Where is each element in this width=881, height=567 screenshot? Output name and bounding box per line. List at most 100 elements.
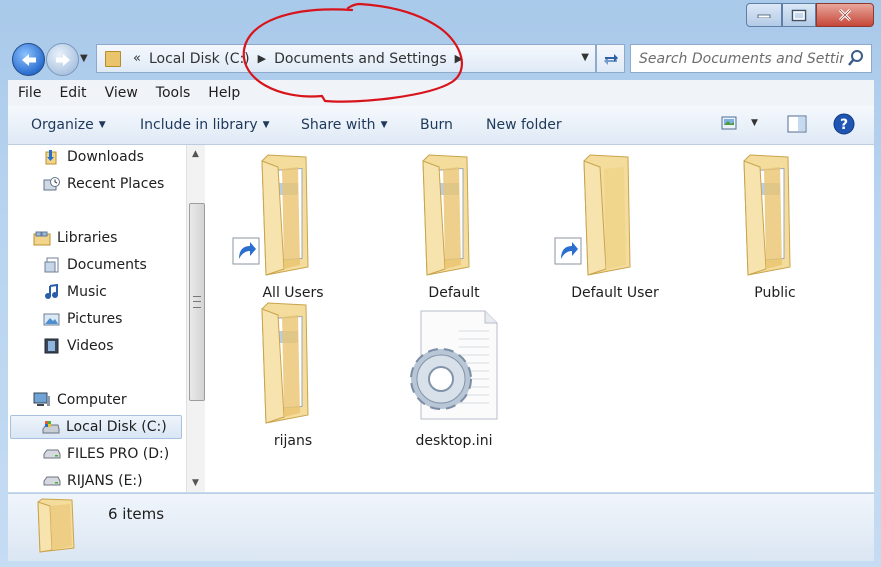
nav-item-music[interactable]: Music <box>43 280 107 304</box>
details-pane: 6 items <box>8 493 874 561</box>
address-history-dropdown-icon[interactable]: ▼ <box>581 52 589 63</box>
file-item-default[interactable]: Default <box>379 153 529 301</box>
close-button[interactable] <box>816 3 874 27</box>
nav-item-libraries[interactable]: Libraries <box>33 226 117 250</box>
include-in-library-button[interactable]: Include in library ▼ <box>140 117 270 133</box>
help-icon[interactable]: ? <box>833 113 855 139</box>
back-button[interactable] <box>12 43 45 76</box>
nav-item-files-pro-d[interactable]: FILES PRO (D:) <box>43 442 169 466</box>
shortcut-arrow-icon <box>232 237 260 265</box>
scroll-down-arrow-icon[interactable]: ▼ <box>192 478 199 488</box>
navigation-row: ▼ « Local Disk (C:) ▶ Documents and Sett… <box>0 41 881 77</box>
nav-item-label: Downloads <box>67 149 144 165</box>
shortcut-arrow-icon <box>554 237 582 265</box>
nav-item-label: Computer <box>57 392 127 408</box>
folder-icon <box>422 154 470 276</box>
preview-pane-icon[interactable] <box>787 115 807 137</box>
file-name: Default User <box>571 285 659 301</box>
file-name: Default <box>428 285 480 301</box>
nav-item-videos[interactable]: Videos <box>43 334 114 358</box>
folder-icon <box>37 498 75 553</box>
nav-item-label: FILES PRO (D:) <box>67 446 170 462</box>
file-name: All Users <box>262 285 324 301</box>
dropdown-arrow-icon: ▼ <box>380 120 388 130</box>
search-box[interactable] <box>630 44 872 73</box>
view-options-dropdown-icon[interactable]: ▼ <box>751 118 758 128</box>
recent-pages-dropdown-icon[interactable]: ▼ <box>80 53 88 64</box>
nav-item-label: Music <box>67 284 107 300</box>
file-item-desktop-ini[interactable]: desktop.ini <box>379 301 529 449</box>
menu-bar: File Edit View Tools Help <box>8 80 874 107</box>
forward-arrow-icon <box>55 53 70 66</box>
organize-label: Organize <box>31 117 94 133</box>
item-count: 6 items <box>108 505 165 523</box>
dropdown-arrow-icon: ▼ <box>262 120 270 130</box>
nav-item-label: Recent Places <box>67 176 165 192</box>
breadcrumb-arrow-icon[interactable]: ▶ <box>258 52 266 65</box>
videos-icon <box>44 338 59 354</box>
nav-item-label: Libraries <box>57 230 118 246</box>
nav-item-downloads[interactable]: Downloads <box>43 145 144 169</box>
file-list: All Users Default Default User Public ri… <box>205 145 874 492</box>
nav-item-local-disk-c[interactable]: Local Disk (C:) <box>10 415 182 439</box>
organize-button[interactable]: Organize ▼ <box>31 117 106 133</box>
refresh-icon <box>603 53 618 65</box>
scroll-up-arrow-icon[interactable]: ▲ <box>192 149 199 159</box>
computer-icon <box>33 392 50 406</box>
file-item-all-users[interactable]: All Users <box>218 153 368 301</box>
music-icon <box>45 284 58 299</box>
change-view-icon[interactable] <box>721 116 737 134</box>
burn-button[interactable]: Burn <box>420 117 453 133</box>
nav-item-rijans-e[interactable]: RIJANS (E:) <box>43 469 143 492</box>
forward-button[interactable] <box>46 43 79 76</box>
svg-text:?: ? <box>840 117 848 133</box>
menu-file[interactable]: File <box>18 85 41 101</box>
pictures-icon <box>43 313 60 326</box>
dropdown-arrow-icon: ▼ <box>98 120 106 130</box>
folder-icon <box>105 50 121 67</box>
nav-item-computer[interactable]: Computer <box>33 388 127 412</box>
nav-item-label: Documents <box>67 257 147 273</box>
recent-places-icon <box>43 177 60 191</box>
file-item-public[interactable]: Public <box>700 153 850 301</box>
config-settings-file-icon <box>410 310 498 420</box>
minimize-button[interactable] <box>746 3 782 27</box>
file-name: desktop.ini <box>415 433 493 449</box>
search-icon[interactable] <box>847 49 865 67</box>
file-name: rijans <box>273 433 313 449</box>
folder-icon <box>261 302 309 424</box>
file-item-default-user[interactable]: Default User <box>540 153 690 301</box>
address-bar[interactable]: « Local Disk (C:) ▶ Documents and Settin… <box>96 44 596 73</box>
nav-item-documents[interactable]: Documents <box>43 253 147 277</box>
documents-library-icon <box>44 257 59 273</box>
downloads-folder-icon <box>45 150 57 165</box>
share-with-button[interactable]: Share with ▼ <box>301 117 387 133</box>
navigation-pane: Downloads Recent Places Libraries Docume… <box>8 145 204 492</box>
command-bar: Organize ▼ Include in library ▼ Share with… <box>8 106 874 145</box>
nav-item-pictures[interactable]: Pictures <box>43 307 122 331</box>
search-input[interactable] <box>631 49 846 68</box>
refresh-button[interactable] <box>596 44 625 73</box>
nav-item-label: Videos <box>67 338 114 354</box>
menu-edit[interactable]: Edit <box>59 85 86 101</box>
menu-help[interactable]: Help <box>208 85 240 101</box>
share-with-label: Share with <box>301 117 376 133</box>
system-drive-icon <box>42 421 60 434</box>
menu-tools[interactable]: Tools <box>156 85 191 101</box>
drive-icon <box>43 476 61 486</box>
maximize-button[interactable] <box>782 3 816 27</box>
address-overflow-chevron[interactable]: « <box>133 51 141 66</box>
scrollbar-thumb[interactable] <box>189 203 205 401</box>
window-controls <box>746 3 874 28</box>
menu-view[interactable]: View <box>105 85 138 101</box>
nav-pane-scrollbar[interactable]: ▲ ▼ <box>186 145 205 492</box>
nav-item-label: Local Disk (C:) <box>66 419 167 435</box>
libraries-icon <box>33 231 51 246</box>
breadcrumb-documents-and-settings[interactable]: Documents and Settings <box>274 51 446 67</box>
nav-item-recent-places[interactable]: Recent Places <box>43 172 164 196</box>
drive-icon <box>43 449 61 459</box>
new-folder-button[interactable]: New folder <box>486 117 562 133</box>
breadcrumb-local-disk[interactable]: Local Disk (C:) <box>149 51 250 67</box>
file-item-rijans[interactable]: rijans <box>218 301 368 449</box>
breadcrumb-arrow-icon[interactable]: ▶ <box>455 52 463 65</box>
